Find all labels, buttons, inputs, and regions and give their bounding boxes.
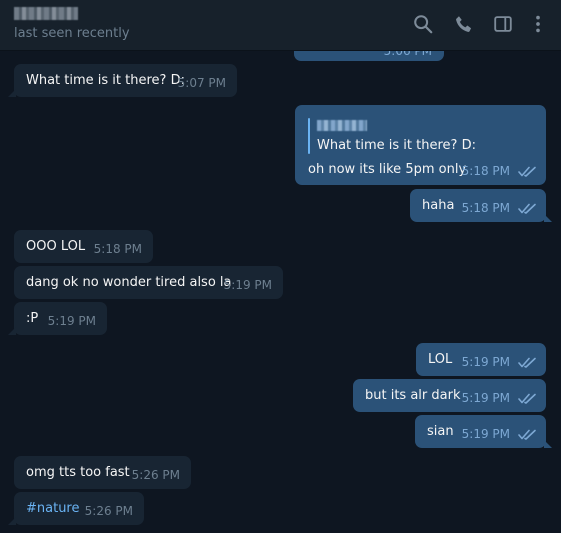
message-time: 5:18 PM xyxy=(93,242,142,256)
reply-quote-text: What time is it there? D: xyxy=(317,138,476,153)
message-time: 5:19 PM xyxy=(461,427,510,441)
message-time: 5:18 PM xyxy=(461,164,510,178)
double-check-icon xyxy=(518,429,536,440)
message-time: 5:19 PM xyxy=(461,391,510,405)
message-text: dang ok no wonder tired also la xyxy=(26,275,232,290)
message-text: haha xyxy=(422,198,455,213)
message-time: 5:26 PM xyxy=(131,468,180,482)
double-check-icon xyxy=(518,357,536,368)
message-bubble-incoming[interactable]: omg tts too fast 5:26 PM xyxy=(14,456,191,489)
double-check-icon xyxy=(518,166,536,177)
message-bubble-outgoing[interactable]: sian 5:19 PM xyxy=(415,415,552,448)
message-text: What time is it there? D: xyxy=(26,73,185,88)
double-check-icon xyxy=(518,393,536,404)
message-text: omg tts too fast xyxy=(26,465,130,480)
message-text: sian xyxy=(427,424,454,439)
message-bubble-outgoing[interactable]: LOL 5:19 PM xyxy=(416,343,546,376)
reply-author-redacted xyxy=(317,120,367,131)
more-vert-icon[interactable] xyxy=(527,13,549,35)
message-bubble-outgoing-reply[interactable]: What time is it there? D: oh now its lik… xyxy=(295,105,546,185)
message-time: 5:19 PM xyxy=(461,355,510,369)
message-bubble-incoming[interactable]: dang ok no wonder tired also la 5:19 PM xyxy=(14,266,283,299)
phone-icon[interactable] xyxy=(453,13,475,35)
message-bubble-incoming[interactable]: What time is it there? D: 5:07 PM xyxy=(8,64,237,97)
message-bubble-incoming[interactable]: OOO LOL 5:18 PM xyxy=(14,230,153,263)
double-check-icon xyxy=(518,203,536,214)
reply-quote-bar xyxy=(308,118,310,154)
message-text: oh now its like 5pm only xyxy=(308,162,467,177)
message-text: but its alr dark xyxy=(365,388,461,403)
message-list[interactable]: 5:06 PM What time is it there? D: 5:07 P… xyxy=(0,11,561,533)
message-text: :P xyxy=(26,311,39,326)
hashtag-link[interactable]: #nature xyxy=(26,501,80,516)
message-text: LOL xyxy=(428,352,453,367)
chat-header: last seen recently xyxy=(0,0,561,51)
message-bubble-incoming[interactable]: #nature 5:26 PM xyxy=(8,492,144,525)
message-time: 5:19 PM xyxy=(223,278,272,292)
message-bubble-outgoing[interactable]: haha 5:18 PM xyxy=(410,189,552,222)
message-time: 5:19 PM xyxy=(47,314,96,328)
message-text: OOO LOL xyxy=(26,239,86,254)
message-bubble-incoming[interactable]: :P 5:19 PM xyxy=(8,302,107,335)
message-time: 5:07 PM xyxy=(177,76,226,90)
search-icon[interactable] xyxy=(412,13,434,35)
last-seen-status: last seen recently xyxy=(14,26,130,41)
sidebar-toggle-icon[interactable] xyxy=(492,13,514,35)
message-bubble-outgoing[interactable]: but its alr dark 5:19 PM xyxy=(353,379,546,412)
message-time: 5:26 PM xyxy=(84,504,133,518)
message-time: 5:18 PM xyxy=(461,201,510,215)
contact-name-redacted[interactable] xyxy=(14,7,78,20)
